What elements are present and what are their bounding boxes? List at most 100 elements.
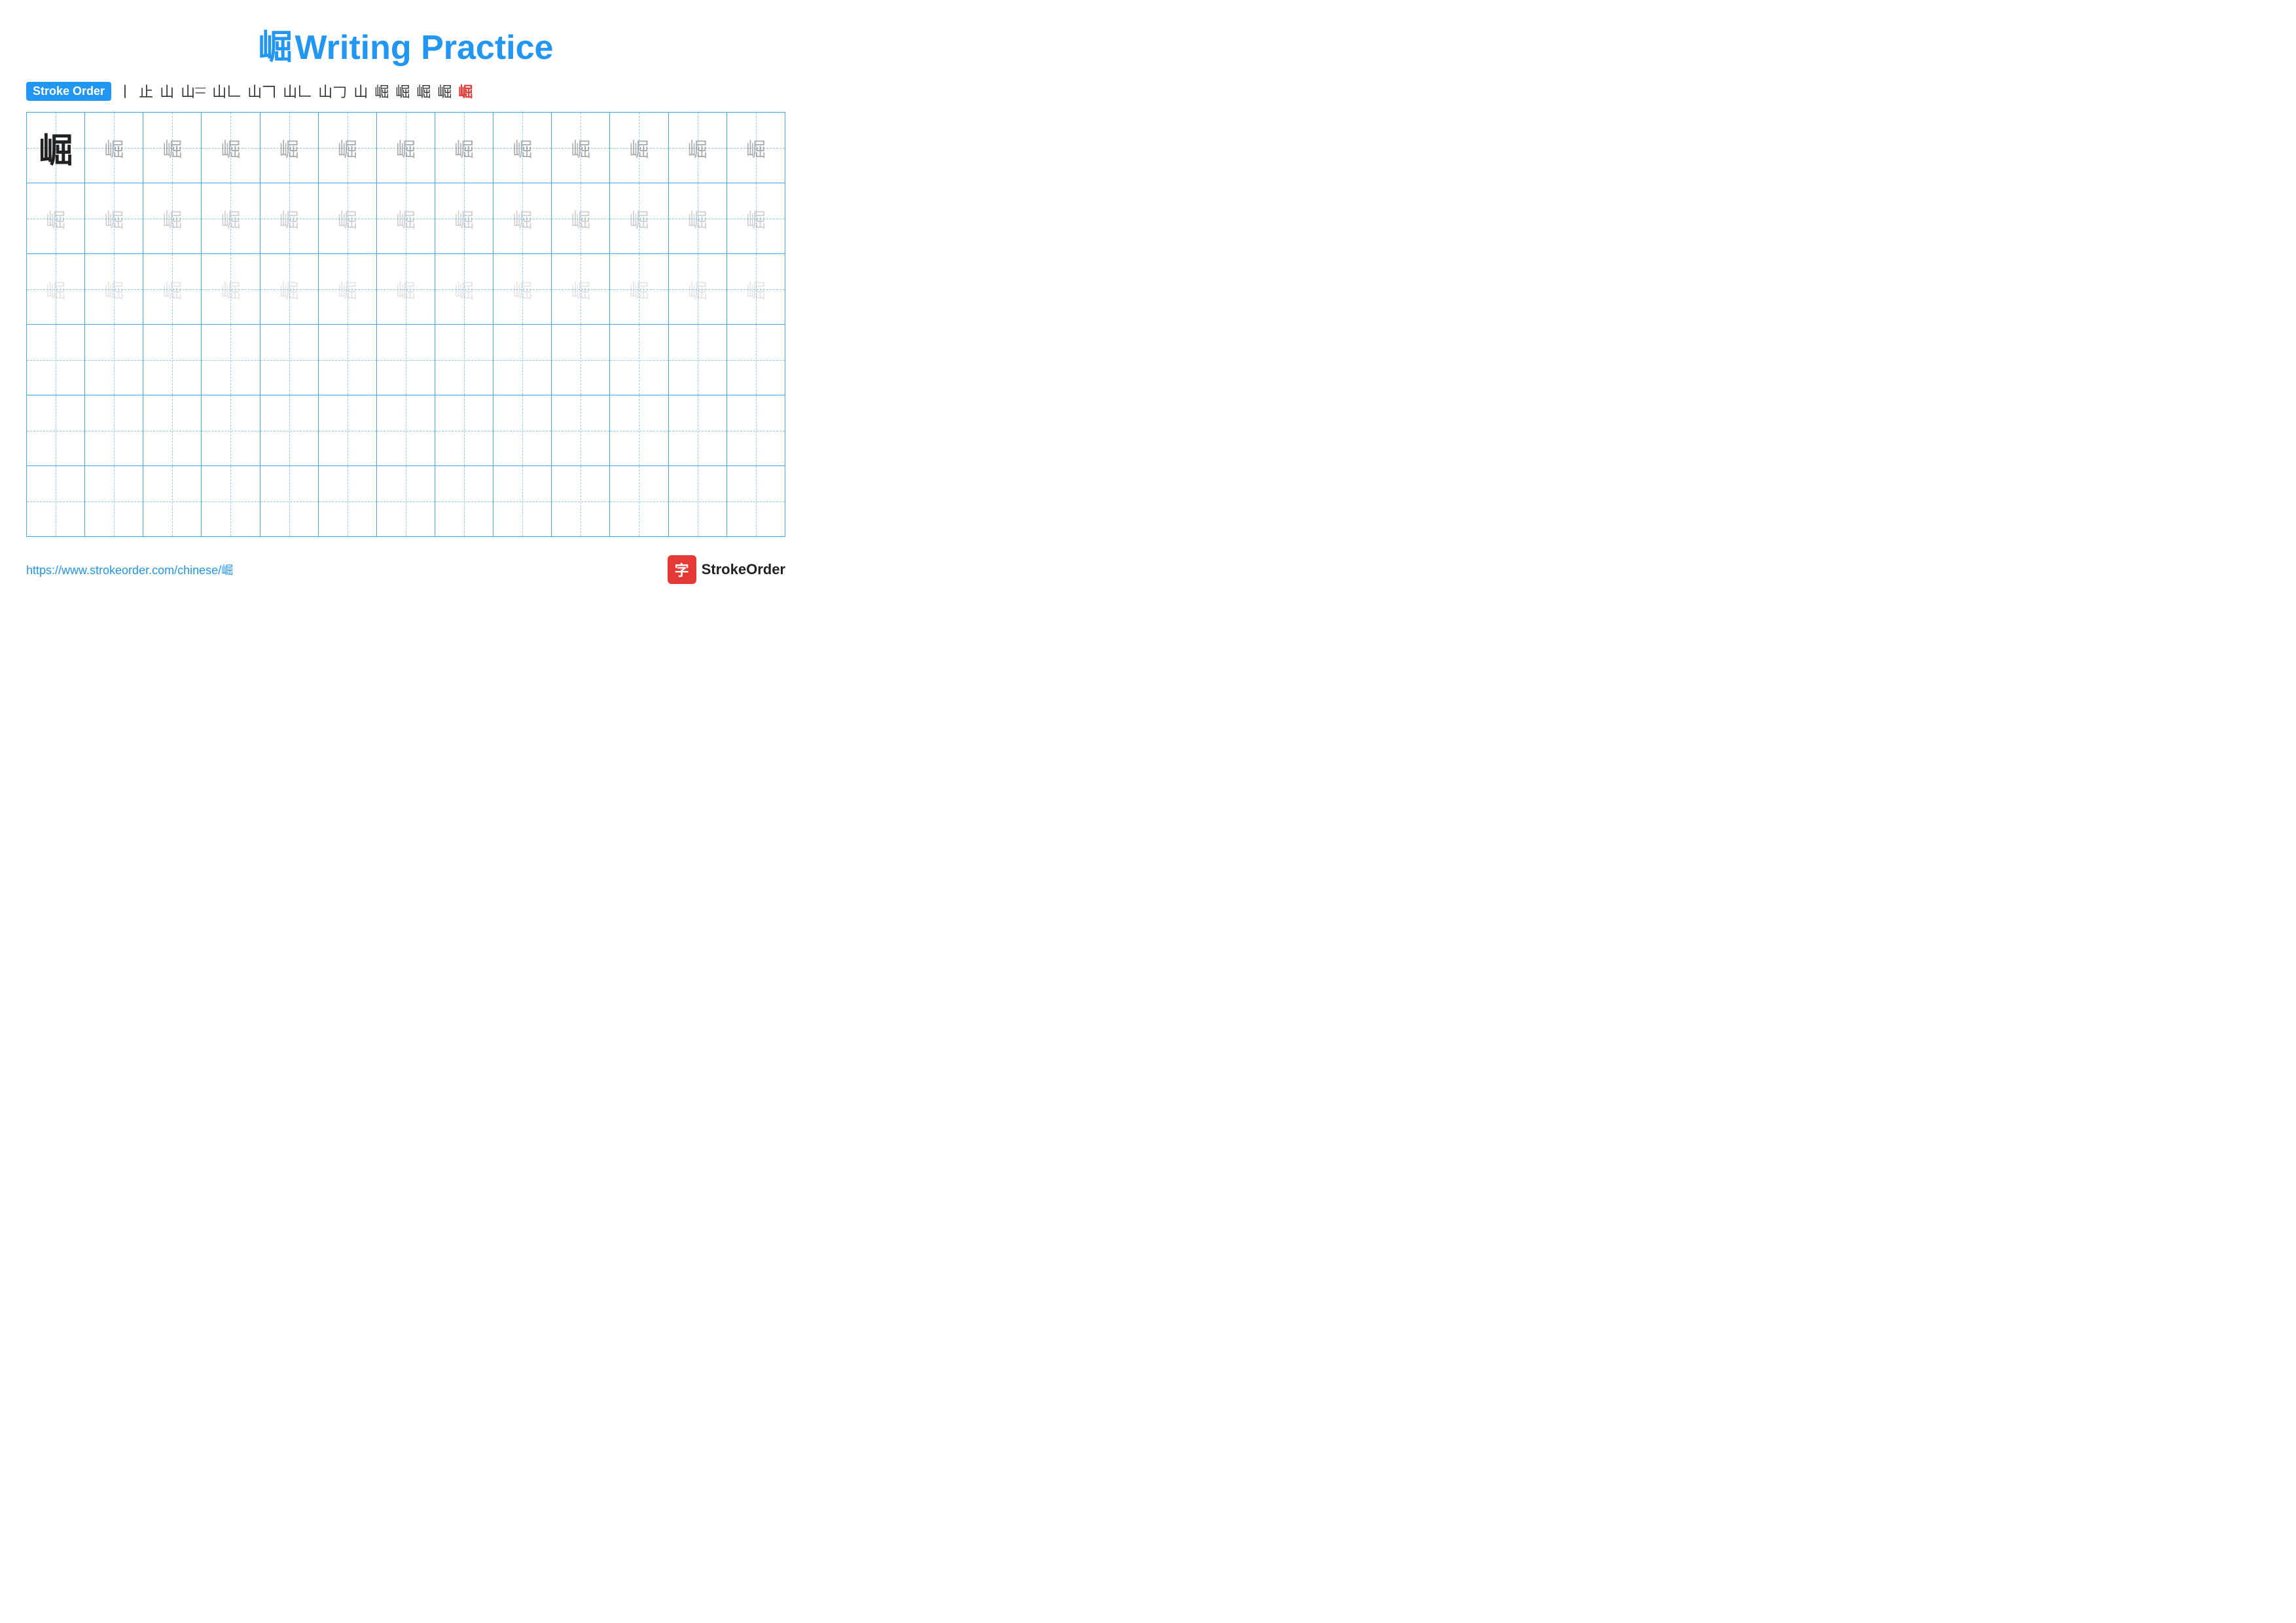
stroke-step-9: 山𠃎 (353, 81, 368, 101)
grid-cell-4-6[interactable] (318, 325, 376, 395)
grid-row-2: 崛 崛 崛 崛 崛 崛 崛 崛 崛 崛 崛 崛 崛 (27, 183, 785, 254)
brand-icon: 字 (668, 555, 696, 584)
grid-cell-2-13: 崛 (726, 183, 785, 254)
grid-cell-1-3: 崛 (143, 113, 202, 183)
stroke-step-13: 崛𠃎 (437, 81, 452, 101)
grid-cell-3-13: 崛 (726, 254, 785, 325)
grid-cell-5-9[interactable] (493, 395, 552, 466)
grid-cell-6-6[interactable] (318, 466, 376, 537)
grid-cell-5-7[interactable] (376, 395, 435, 466)
grid-cell-1-6: 崛 (318, 113, 376, 183)
grid-cell-3-3: 崛 (143, 254, 202, 325)
grid-cell-4-11[interactable] (610, 325, 668, 395)
grid-cell-4-1[interactable] (27, 325, 85, 395)
grid-cell-2-3: 崛 (143, 183, 202, 254)
grid-cell-4-9[interactable] (493, 325, 552, 395)
grid-cell-2-6: 崛 (318, 183, 376, 254)
grid-cell-5-13[interactable] (726, 395, 785, 466)
grid-row-1: 崛 崛 崛 崛 崛 崛 崛 崛 崛 崛 崛 崛 崛 (27, 113, 785, 183)
grid-cell-2-11: 崛 (610, 183, 668, 254)
grid-cell-6-8[interactable] (435, 466, 493, 537)
grid-cell-3-8: 崛 (435, 254, 493, 325)
grid-cell-2-5: 崛 (260, 183, 318, 254)
grid-cell-3-6: 崛 (318, 254, 376, 325)
grid-cell-6-3[interactable] (143, 466, 202, 537)
grid-cell-4-12[interactable] (668, 325, 726, 395)
grid-cell-4-4[interactable] (202, 325, 260, 395)
grid-cell-5-5[interactable] (260, 395, 318, 466)
title-character: 崛 (259, 29, 293, 67)
grid-cell-6-9[interactable] (493, 466, 552, 537)
grid-cell-5-4[interactable] (202, 395, 260, 466)
grid-cell-4-2[interactable] (85, 325, 143, 395)
grid-cell-6-2[interactable] (85, 466, 143, 537)
grid-cell-1-5: 崛 (260, 113, 318, 183)
grid-cell-3-10: 崛 (552, 254, 610, 325)
grid-cell-5-10[interactable] (552, 395, 610, 466)
grid-cell-5-2[interactable] (85, 395, 143, 466)
practice-grid: 崛 崛 崛 崛 崛 崛 崛 崛 崛 崛 崛 崛 崛 崛 崛 崛 崛 崛 崛 崛 … (26, 112, 785, 537)
grid-cell-5-1[interactable] (27, 395, 85, 466)
stroke-step-8: 山𠃌 (318, 81, 347, 101)
grid-cell-2-10: 崛 (552, 183, 610, 254)
grid-cell-1-1: 崛 (27, 113, 85, 183)
grid-cell-2-8: 崛 (435, 183, 493, 254)
grid-cell-3-9: 崛 (493, 254, 552, 325)
stroke-step-4: 山一 (181, 81, 206, 101)
grid-row-5 (27, 395, 785, 466)
grid-cell-1-10: 崛 (552, 113, 610, 183)
grid-cell-4-13[interactable] (726, 325, 785, 395)
grid-row-6 (27, 466, 785, 537)
grid-cell-1-11: 崛 (610, 113, 668, 183)
grid-cell-1-2: 崛 (85, 113, 143, 183)
grid-row-4 (27, 325, 785, 395)
grid-cell-5-12[interactable] (668, 395, 726, 466)
grid-cell-4-7[interactable] (376, 325, 435, 395)
grid-cell-6-4[interactable] (202, 466, 260, 537)
grid-cell-3-11: 崛 (610, 254, 668, 325)
stroke-step-1: 丨 (118, 81, 132, 101)
grid-cell-3-12: 崛 (668, 254, 726, 325)
grid-cell-3-7: 崛 (376, 254, 435, 325)
grid-cell-3-5: 崛 (260, 254, 318, 325)
grid-cell-6-5[interactable] (260, 466, 318, 537)
grid-cell-1-4: 崛 (202, 113, 260, 183)
footer: https://www.strokeorder.com/chinese/崛 字 … (26, 555, 785, 584)
stroke-step-12: 崛𠃎 (416, 81, 431, 101)
brand-name: StrokeOrder (702, 561, 785, 578)
grid-cell-6-12[interactable] (668, 466, 726, 537)
grid-cell-6-10[interactable] (552, 466, 610, 537)
stroke-step-10: 崛𠃎 (374, 81, 389, 101)
grid-cell-3-2: 崛 (85, 254, 143, 325)
stroke-step-3: 山 (160, 81, 174, 101)
grid-cell-2-4: 崛 (202, 183, 260, 254)
grid-cell-1-7: 崛 (376, 113, 435, 183)
brand-area: 字 StrokeOrder (668, 555, 785, 584)
footer-link[interactable]: https://www.strokeorder.com/chinese/崛 (26, 561, 233, 578)
grid-cell-6-7[interactable] (376, 466, 435, 537)
stroke-step-7: 山𠃊 (283, 81, 312, 101)
page-title: Writing Practice (295, 29, 554, 67)
stroke-step-14: 崛 (458, 81, 473, 101)
grid-cell-2-1: 崛 (27, 183, 85, 254)
grid-cell-1-8: 崛 (435, 113, 493, 183)
grid-cell-4-8[interactable] (435, 325, 493, 395)
grid-cell-6-11[interactable] (610, 466, 668, 537)
stroke-step-6: 山𠃍 (247, 81, 276, 101)
stroke-order-badge: Stroke Order (26, 82, 111, 101)
grid-cell-4-3[interactable] (143, 325, 202, 395)
grid-cell-6-1[interactable] (27, 466, 85, 537)
grid-cell-5-6[interactable] (318, 395, 376, 466)
grid-cell-4-5[interactable] (260, 325, 318, 395)
grid-cell-2-7: 崛 (376, 183, 435, 254)
grid-cell-5-8[interactable] (435, 395, 493, 466)
grid-cell-6-13[interactable] (726, 466, 785, 537)
grid-cell-5-3[interactable] (143, 395, 202, 466)
grid-cell-4-10[interactable] (552, 325, 610, 395)
grid-cell-5-11[interactable] (610, 395, 668, 466)
grid-cell-2-12: 崛 (668, 183, 726, 254)
title-area: 崛 Writing Practice (26, 20, 785, 69)
grid-cell-3-1: 崛 (27, 254, 85, 325)
stroke-step-11: 崛𠃎 (395, 81, 410, 101)
grid-row-3: 崛 崛 崛 崛 崛 崛 崛 崛 崛 崛 崛 崛 崛 (27, 254, 785, 325)
